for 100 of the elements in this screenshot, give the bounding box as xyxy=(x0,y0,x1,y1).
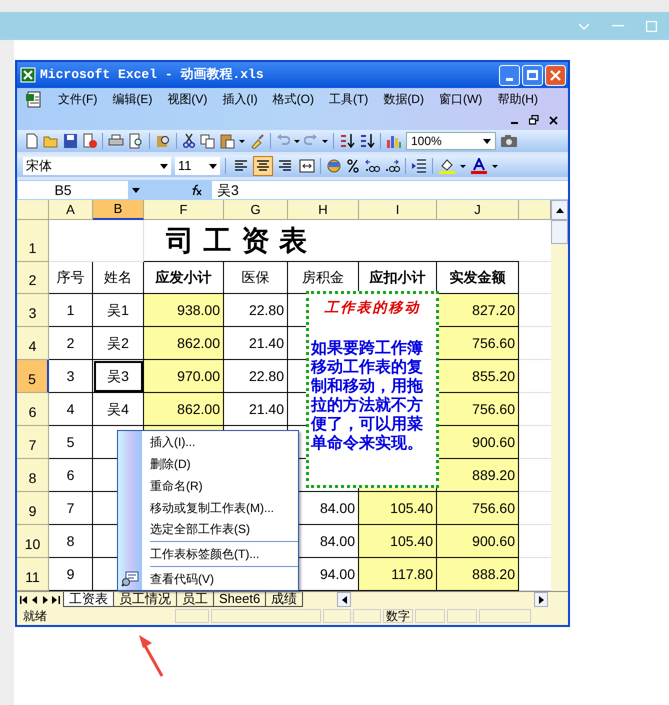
row-header[interactable]: 3 xyxy=(17,294,49,327)
font-field[interactable]: 宋体 xyxy=(23,157,171,175)
scroll-right-button[interactable] xyxy=(534,592,548,607)
table-cell: 900.60 xyxy=(437,426,519,459)
table-cell: 862.00 xyxy=(144,393,224,426)
empty-cell xyxy=(93,220,144,262)
row-header[interactable]: 5 xyxy=(17,360,49,393)
currency-icon[interactable] xyxy=(326,158,342,174)
camera-icon[interactable] xyxy=(500,133,518,149)
document-icon[interactable] xyxy=(25,90,43,108)
row-header[interactable]: 9 xyxy=(17,492,49,525)
restore-icon[interactable] xyxy=(529,115,539,125)
scroll-left-button[interactable] xyxy=(337,592,351,607)
table-cell: 117.80 xyxy=(359,558,437,591)
chart-icon[interactable] xyxy=(386,133,402,149)
name-box[interactable]: B5 xyxy=(18,181,128,199)
first-sheet-icon[interactable] xyxy=(20,596,28,604)
scrollbar-thumb[interactable] xyxy=(551,220,568,244)
sheet-tab[interactable]: 员工 xyxy=(176,592,214,607)
dropdown-caret-icon[interactable] xyxy=(483,138,491,144)
previous-sheet-icon[interactable] xyxy=(32,596,38,604)
table-cell: 888.20 xyxy=(437,558,519,591)
maximize-button[interactable] xyxy=(522,64,543,86)
minimize-button[interactable] xyxy=(499,64,520,86)
arrow-up-icon xyxy=(556,208,564,212)
row-header[interactable]: 8 xyxy=(17,459,49,492)
column-header[interactable]: J xyxy=(437,200,519,220)
save-icon[interactable] xyxy=(63,133,78,149)
column-heading: 医保 xyxy=(224,262,288,294)
table-cell: 105.40 xyxy=(359,525,437,558)
sort-descending-icon[interactable] xyxy=(359,133,375,149)
dropdown-caret-icon[interactable] xyxy=(209,164,217,168)
menu-item[interactable]: 数据(D) xyxy=(383,90,424,108)
percent-icon[interactable] xyxy=(346,158,360,174)
table-cell: 3 xyxy=(49,360,93,393)
decrease-indent-icon[interactable] xyxy=(411,158,427,174)
sort-ascending-icon[interactable] xyxy=(339,133,355,149)
dropdown-caret-icon[interactable] xyxy=(132,188,140,192)
menu-item[interactable]: 格式(O) xyxy=(272,90,314,108)
menu-item[interactable]: 插入(I)... xyxy=(118,431,298,453)
table-cell: 827.20 xyxy=(437,294,519,327)
research-icon[interactable] xyxy=(155,133,171,149)
font-color-icon[interactable] xyxy=(470,158,488,174)
column-header[interactable]: B xyxy=(93,200,144,220)
paste-icon[interactable] xyxy=(219,133,235,149)
menu-item[interactable]: 编辑(E) xyxy=(112,90,152,108)
row-header[interactable]: 4 xyxy=(17,327,49,360)
scroll-up-button[interactable] xyxy=(551,200,568,220)
table-cell: 970.00 xyxy=(144,360,224,393)
sheet-tab[interactable]: 员工情况 xyxy=(113,592,177,607)
increase-decimal-icon[interactable] xyxy=(364,158,380,174)
column-heading: 姓名 xyxy=(93,262,144,294)
row-header[interactable]: 2 xyxy=(17,262,49,294)
menu-item[interactable]: 工具(T) xyxy=(328,90,368,108)
format-painter-icon[interactable] xyxy=(249,133,265,149)
formula-field[interactable]: 吴3 xyxy=(212,181,568,199)
menu-item[interactable]: 帮助(H) xyxy=(497,90,538,108)
column-header[interactable]: A xyxy=(49,200,93,220)
copy-icon[interactable] xyxy=(200,133,215,149)
close-icon[interactable] xyxy=(549,116,558,124)
note-title: 工作表的移动 xyxy=(323,299,422,318)
table-cell: 756.60 xyxy=(437,492,519,525)
row-header[interactable]: 6 xyxy=(17,393,49,426)
menu-item[interactable]: 文件(F) xyxy=(58,90,98,108)
status-panel xyxy=(415,609,445,623)
row-header[interactable]: 10 xyxy=(17,525,49,558)
sheet-tab[interactable]: Sheet6 xyxy=(213,592,266,607)
permission-icon[interactable] xyxy=(82,133,97,149)
function-icon[interactable] xyxy=(190,184,202,196)
table-cell: 22.80 xyxy=(224,294,288,327)
row-header[interactable]: 1 xyxy=(17,220,49,262)
fill-color-icon[interactable] xyxy=(438,158,456,174)
menu-item[interactable]: 删除(D) xyxy=(118,452,298,475)
status-panel xyxy=(447,609,477,623)
menu-item[interactable]: 窗口(W) xyxy=(438,90,482,108)
align-center-button[interactable] xyxy=(253,156,273,176)
table-cell: 2 xyxy=(49,327,93,360)
column-header[interactable]: F xyxy=(144,200,224,220)
zoom-field[interactable]: 100% xyxy=(406,132,496,150)
font-size-field[interactable]: 11 xyxy=(175,157,220,175)
row-header[interactable]: 7 xyxy=(17,426,49,459)
sheet-tab[interactable]: 成绩 xyxy=(265,592,304,607)
new-document-icon[interactable] xyxy=(25,133,39,149)
close-button[interactable] xyxy=(545,64,566,86)
sheet-tab[interactable]: 工资表 xyxy=(63,592,114,607)
menu-item[interactable]: 视图(V) xyxy=(167,90,208,108)
dropdown-caret-icon[interactable] xyxy=(160,164,168,168)
next-sheet-icon[interactable] xyxy=(42,596,48,604)
column-header[interactable]: G xyxy=(224,200,288,220)
merge-center-icon[interactable] xyxy=(299,158,315,174)
column-header[interactable]: H xyxy=(288,200,359,220)
last-sheet-icon[interactable] xyxy=(52,596,60,604)
menu-item[interactable]: 插入(I) xyxy=(222,90,258,108)
decrease-decimal-icon[interactable] xyxy=(384,158,400,174)
print-preview-icon[interactable] xyxy=(128,133,144,149)
column-header[interactable]: I xyxy=(359,200,437,220)
cut-icon[interactable] xyxy=(182,133,196,149)
spreadsheet-icon xyxy=(20,67,36,83)
row-header[interactable]: 11 xyxy=(17,558,49,591)
sheet-title: 司 工 资 表 xyxy=(144,220,519,262)
